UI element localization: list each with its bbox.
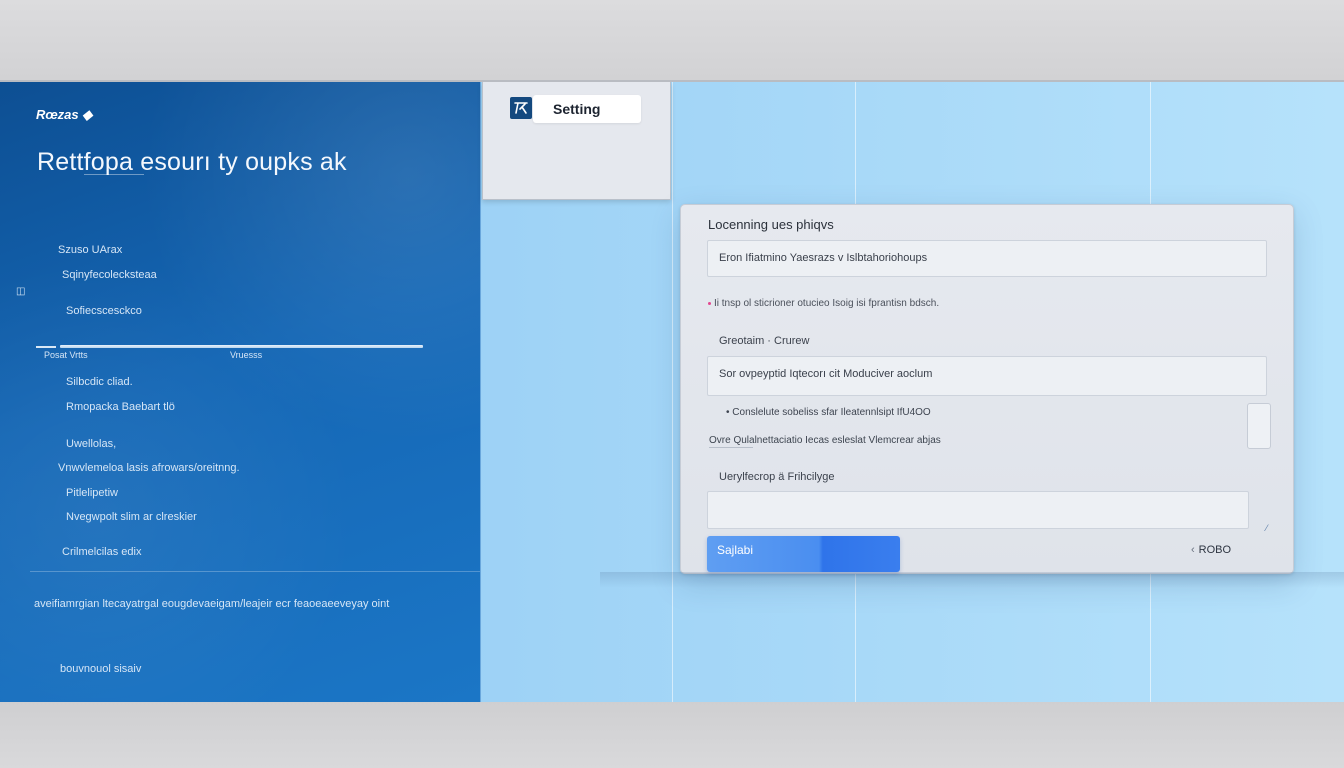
- side-toggle[interactable]: [1247, 403, 1271, 449]
- field-label: Uerylfecrop ä Frihcilyge: [719, 471, 835, 483]
- settings-tab-label: Setting: [553, 101, 601, 117]
- helper-text: • Conslelute sobeliss sfar Ileatennlsipt…: [726, 407, 931, 418]
- helper-text-content: Ii tnsp ol sticrioner otucieo Isoig isi …: [714, 298, 940, 309]
- settings-app-icon: [510, 97, 532, 119]
- resize-handle-icon[interactable]: ⁄: [1266, 523, 1268, 533]
- field-label: Greotaim · Crurew: [719, 335, 810, 347]
- divider-left-label: Posat Vrtts: [44, 350, 88, 360]
- sidebar-item[interactable]: Silbcdic cliad.: [66, 376, 133, 388]
- field-value: Eron Ifiatmino Yaesrazs v Islbtahoriohou…: [719, 252, 928, 264]
- field-value: Sor ovpeyptid Iqtecorı cit Moduciver aoc…: [719, 368, 933, 380]
- card-shadow: [600, 572, 1344, 588]
- divider-right-label: Vruesss: [230, 350, 263, 360]
- page-title: Rettfopa esourı ty oupks ak: [37, 148, 347, 176]
- sidebar-item[interactable]: Crilmelcilas edix: [62, 546, 141, 558]
- sidebar-item[interactable]: Nvegwpolt slim ar clreskier: [66, 511, 197, 523]
- primary-action-button[interactable]: Sajlabi: [707, 536, 900, 572]
- grid-line: [672, 82, 673, 702]
- divider-tick: [36, 346, 56, 348]
- required-dot-icon: [708, 301, 711, 305]
- window-bottom-bar: [0, 702, 1344, 768]
- window-top-bar: [0, 0, 1344, 82]
- form-heading: Locenning ues phiqvs: [708, 217, 834, 232]
- sidebar-collapse-icon[interactable]: ◫: [16, 286, 25, 297]
- sidebar-footnote: aveifiamrgian ltecayatrgal eougdevaeigam…: [34, 598, 390, 610]
- text-field-primary[interactable]: Eron Ifiatmino Yaesrazs v Islbtahoriohou…: [707, 240, 1267, 277]
- sidebar-item[interactable]: Vnwvlemeloa lasis afrowars/oreitnng.: [58, 462, 240, 474]
- helper-text: Ii tnsp ol sticrioner otucieo Isoig isi …: [708, 298, 939, 309]
- sidebar-item[interactable]: Szuso UArax: [58, 244, 122, 256]
- option-text[interactable]: Ovre Qulalnettaciatio Iecas esleslat Vle…: [709, 435, 941, 446]
- settings-tab-card[interactable]: Setting: [482, 82, 671, 200]
- sidebar-item[interactable]: Uwellolas,: [66, 438, 116, 450]
- sidebar-item[interactable]: Rmopacka Baebart tlö: [66, 401, 175, 413]
- text-field-secondary[interactable]: Sor ovpeyptid Iqtecorı cit Moduciver aoc…: [707, 356, 1267, 396]
- secondary-action-label: ROBO: [1198, 544, 1232, 556]
- secondary-action-button[interactable]: ‹ ROBO: [1191, 544, 1231, 556]
- textarea-field[interactable]: [707, 491, 1249, 529]
- brand-logo: Rœzas ◆: [36, 107, 93, 122]
- chevron-left-icon: ‹: [1191, 544, 1195, 556]
- title-underline: [84, 174, 144, 175]
- sidebar-item[interactable]: Sofiecscesckco: [66, 305, 142, 317]
- sidebar-item[interactable]: Pitlelipetiw: [66, 487, 118, 499]
- settings-app-glyph: [514, 102, 528, 114]
- sidebar-bottom-link[interactable]: bouvnouol sisaiv: [60, 663, 141, 675]
- sidebar-item[interactable]: Sqinyfecolecksteaa: [62, 269, 157, 281]
- primary-action-label: Sajlabi: [717, 543, 754, 557]
- settings-tab[interactable]: Setting: [533, 95, 641, 123]
- left-sidebar: Rœzas ◆ Rettfopa esourı ty oupks ak Szus…: [0, 82, 481, 702]
- section-divider: [60, 345, 423, 348]
- option-underline: [709, 447, 753, 448]
- app-stage: Rœzas ◆ Rettfopa esourı ty oupks ak Szus…: [0, 82, 1344, 702]
- settings-form-card: Locenning ues phiqvs Eron Ifiatmino Yaes…: [680, 204, 1294, 574]
- section-divider: [30, 571, 480, 572]
